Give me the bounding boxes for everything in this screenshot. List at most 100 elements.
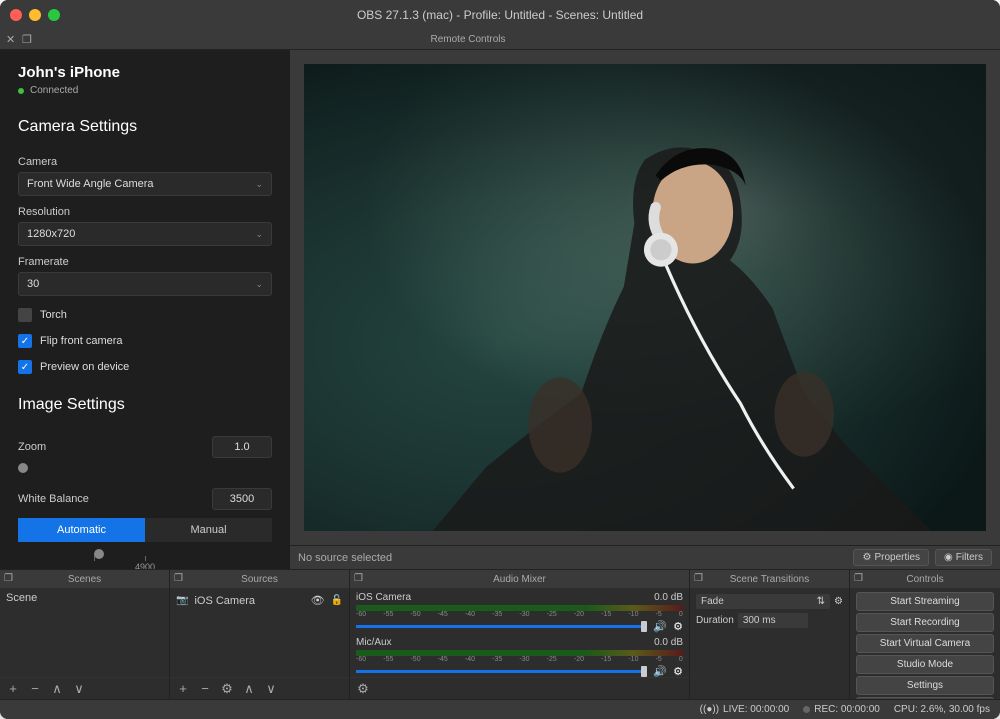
channel-label: iOS Camera [356,592,411,603]
wb-tick-label: 4900 [135,562,155,569]
volume-slider[interactable] [356,625,647,628]
zoom-input[interactable]: 1.0 [212,436,272,458]
popout-icon[interactable]: ❐ [354,573,366,585]
preview-checkbox[interactable]: ✓ [18,360,32,374]
transition-select[interactable]: Fade⇅ [696,594,830,609]
scene-item[interactable]: Scene [6,592,163,604]
gear-icon[interactable]: ⚙ [834,596,843,607]
speaker-icon[interactable]: 🔊 [653,665,667,677]
start-virtual-camera-button[interactable]: Start Virtual Camera [856,634,994,653]
duration-input[interactable]: 300 ms [738,613,808,628]
gear-icon[interactable]: ⚙ [673,620,683,633]
scenes-panel: ❐ Scenes Scene + − ∧ ∨ [0,570,170,699]
properties-button[interactable]: ⚙Properties [853,549,929,566]
controls-panel: ❐ Controls Start Streaming Start Recordin… [850,570,1000,699]
transitions-panel: ❐Scene Transitions Fade⇅ ⚙ Duration 300 … [690,570,850,699]
framerate-value: 30 [27,278,39,290]
mixer-heading: Audio Mixer [493,574,546,585]
resolution-select[interactable]: 1280x720 ⌄ [18,222,272,246]
flip-checkbox[interactable]: ✓ [18,334,32,348]
lock-icon[interactable]: 🔓 [331,595,343,606]
broadcast-icon: ((●)) [700,704,719,715]
connection-dot-icon [18,88,24,94]
dock-toolbar: ✕ ❐ Remote Controls [0,30,1000,50]
preview-canvas[interactable] [304,64,986,531]
torch-checkbox[interactable] [18,308,32,322]
controls-heading: Controls [906,574,943,585]
remove-scene-button[interactable]: − [28,681,42,696]
mixer-footer: ⚙ [350,677,689,699]
speaker-icon[interactable]: 🔊 [653,620,667,633]
record-dot-icon [803,706,810,713]
framerate-label: Framerate [18,256,272,268]
volume-slider[interactable] [356,670,647,673]
channel-db: 0.0 dB [654,637,683,648]
add-source-button[interactable]: + [176,681,190,696]
app-window: OBS 27.1.3 (mac) - Profile: Untitled - S… [0,0,1000,719]
mixer-settings-button[interactable]: ⚙ [356,681,370,697]
scene-up-button[interactable]: ∧ [50,681,64,697]
scene-down-button[interactable]: ∨ [72,681,86,697]
torch-checkbox-row[interactable]: Torch [18,308,272,322]
camera-label: Camera [18,156,272,168]
image-settings-heading: Image Settings [18,396,272,414]
studio-mode-button[interactable]: Studio Mode [856,655,994,674]
resolution-label: Resolution [18,206,272,218]
add-scene-button[interactable]: + [6,681,20,696]
source-label: iOS Camera [194,595,304,607]
resolution-value: 1280x720 [27,228,75,240]
start-recording-button[interactable]: Start Recording [856,613,994,632]
live-status: ((●))LIVE: 00:00:00 [700,704,790,715]
preview-checkbox-row[interactable]: ✓ Preview on device [18,360,272,374]
source-props-button[interactable]: ⚙ [220,681,234,697]
sources-panel: ❐Sources 📷 iOS Camera 👁 🔓 + − ⚙ ∧ ∨ [170,570,350,699]
source-item[interactable]: 📷 iOS Camera 👁 🔓 [176,592,343,609]
device-name: John's iPhone [18,64,272,81]
source-up-button[interactable]: ∧ [242,681,256,697]
titlebar: OBS 27.1.3 (mac) - Profile: Untitled - S… [0,0,1000,30]
camera-select[interactable]: Front Wide Angle Camera ⌄ [18,172,272,196]
source-down-button[interactable]: ∨ [264,681,278,697]
bottom-docks: ❐ Scenes Scene + − ∧ ∨ ❐Sources 📷 iOS Cam… [0,569,1000,699]
popout-icon[interactable]: ❐ [174,573,186,585]
popout-icon[interactable]: ❐ [854,573,866,585]
dock-title: Remote Controls [0,34,1000,45]
close-window-icon[interactable] [10,9,22,21]
popout-icon[interactable]: ❐ [694,573,706,585]
cpu-status: CPU: 2.6%, 30.00 fps [894,704,990,715]
audio-mixer-panel: ❐Audio Mixer iOS Camera0.0 dB -60-55-50-… [350,570,690,699]
camera-icon: 📷 [176,595,188,606]
connection-status: Connected [18,85,272,96]
framerate-select[interactable]: 30 ⌄ [18,272,272,296]
rec-status: REC: 00:00:00 [803,704,880,715]
flip-checkbox-row[interactable]: ✓ Flip front camera [18,334,272,348]
connection-label: Connected [30,85,78,96]
mixer-channel-mic: Mic/Aux0.0 dB -60-55-50-45-40-35-30-25-2… [356,637,683,677]
popout-icon[interactable]: ❐ [4,573,16,585]
maximize-window-icon[interactable] [48,9,60,21]
wb-manual-button[interactable]: Manual [145,518,272,542]
wb-input[interactable]: 3500 [212,488,272,510]
settings-button[interactable]: Settings [856,676,994,695]
filters-icon: ◉ [944,552,953,563]
scenes-heading: Scenes [68,574,101,585]
torch-label: Torch [40,309,67,321]
filters-button[interactable]: ◉Filters [935,549,992,566]
preview-label: Preview on device [40,361,129,373]
main-area: No source selected ⚙Properties ◉Filters [290,50,1000,569]
remove-source-button[interactable]: − [198,681,212,696]
eye-icon[interactable]: 👁 [311,594,325,607]
scenes-footer: + − ∧ ∨ [0,677,169,699]
chevron-down-icon: ⌄ [255,279,263,290]
source-toolbar: No source selected ⚙Properties ◉Filters [290,545,1000,569]
gear-icon: ⚙ [862,552,871,563]
no-source-label: No source selected [298,552,847,564]
audio-meter [356,650,683,656]
wb-automatic-button[interactable]: Automatic [18,518,145,542]
channel-label: Mic/Aux [356,637,392,648]
camera-settings-heading: Camera Settings [18,118,272,136]
wb-mode-segmented: Automatic Manual [18,518,272,542]
gear-icon[interactable]: ⚙ [673,665,683,677]
start-streaming-button[interactable]: Start Streaming [856,592,994,611]
minimize-window-icon[interactable] [29,9,41,21]
